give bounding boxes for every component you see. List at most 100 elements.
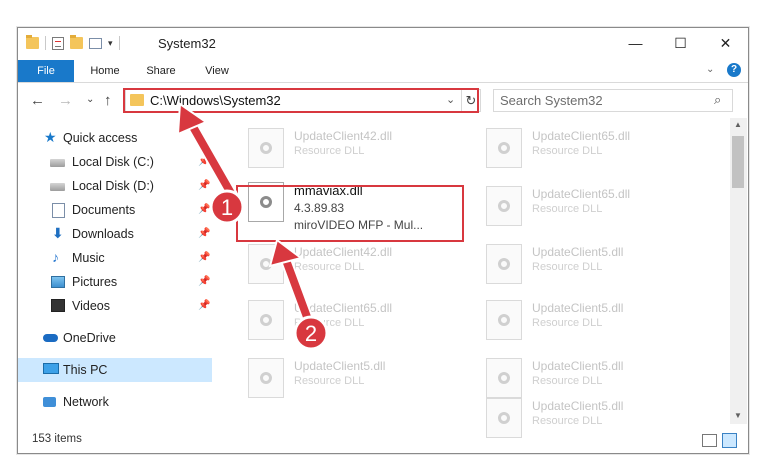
- sidebar-item-label: Documents: [72, 203, 136, 217]
- recent-locations-icon[interactable]: ⌄: [86, 94, 94, 105]
- tab-view[interactable]: View: [192, 60, 242, 82]
- tab-home[interactable]: Home: [80, 60, 130, 82]
- sidebar-item-network[interactable]: Network: [18, 390, 212, 414]
- pin-icon[interactable]: 📌: [198, 276, 210, 287]
- search-icon: ⌕: [714, 92, 722, 107]
- file-type: Resource DLL: [294, 261, 365, 273]
- window-title: System32: [158, 36, 216, 51]
- sidebar-item-label: OneDrive: [63, 331, 116, 345]
- disk-icon: [50, 159, 65, 167]
- qat-dropdown-icon[interactable]: ▾: [108, 38, 113, 49]
- file-name: UpdateClient5.dll: [532, 399, 624, 413]
- file-tile[interactable]: UpdateClient65.dll Resource DLL: [476, 124, 686, 174]
- file-tile[interactable]: UpdateClient65.dll Resource DLL: [476, 182, 686, 232]
- sidebar-item-onedrive[interactable]: OneDrive: [18, 326, 212, 350]
- file-type: Resource DLL: [532, 375, 603, 387]
- pin-icon[interactable]: 📌: [198, 300, 210, 311]
- pin-icon[interactable]: 📌: [198, 156, 210, 167]
- file-type: Resource DLL: [532, 415, 603, 427]
- tab-file[interactable]: File: [18, 60, 74, 82]
- sidebar-item-label: Pictures: [72, 275, 118, 289]
- scroll-up-icon[interactable]: ▲: [734, 120, 742, 129]
- sidebar-item-quick-access[interactable]: ★ Quick access: [18, 126, 212, 150]
- pictures-icon: [51, 276, 65, 288]
- sidebar-item-local-disk-d[interactable]: Local Disk (D:) 📌: [18, 174, 212, 198]
- properties-icon[interactable]: [52, 36, 64, 50]
- dll-file-icon: [248, 358, 284, 398]
- title-bar: ▾ System32 — ☐ ✕: [18, 28, 748, 60]
- sidebar-item-label: This PC: [63, 363, 108, 377]
- file-name: UpdateClient5.dll: [532, 245, 624, 259]
- forward-button[interactable]: →: [58, 92, 73, 109]
- expand-ribbon-icon[interactable]: ⌄: [706, 64, 714, 75]
- sidebar-item-label: Network: [63, 395, 109, 409]
- maximize-button[interactable]: ☐: [658, 28, 703, 58]
- search-input[interactable]: Search System32 ⌕: [493, 89, 733, 112]
- quick-access-toolbar: ▾: [26, 35, 120, 50]
- scroll-down-icon[interactable]: ▼: [734, 411, 742, 420]
- pin-icon[interactable]: 📌: [198, 228, 210, 239]
- sidebar-item-label: Music: [72, 251, 105, 265]
- file-tile[interactable]: UpdateClient42.dll Resource DLL: [238, 240, 448, 290]
- file-type: Resource DLL: [294, 145, 365, 157]
- help-icon[interactable]: ?: [727, 63, 741, 77]
- file-tile[interactable]: UpdateClient5.dll Resource DLL: [476, 240, 686, 290]
- dll-file-icon: [248, 128, 284, 168]
- file-type: Resource DLL: [532, 317, 603, 329]
- file-name: UpdateClient65.dll: [532, 129, 631, 143]
- sidebar-item-videos[interactable]: Videos 📌: [18, 294, 212, 318]
- customize-toolbar-icon[interactable]: [89, 37, 102, 49]
- close-button[interactable]: ✕: [703, 28, 748, 58]
- item-count: 153 items: [32, 433, 82, 445]
- dll-file-icon: [248, 244, 284, 284]
- sidebar-item-local-disk-c[interactable]: Local Disk (C:) 📌: [18, 150, 212, 174]
- dll-file-icon: [486, 244, 522, 284]
- file-name: UpdateClient42.dll: [294, 129, 393, 143]
- file-name: UpdateClient5.dll: [532, 359, 624, 373]
- scroll-thumb[interactable]: [732, 136, 744, 188]
- pin-icon[interactable]: 📌: [198, 180, 210, 191]
- videos-icon: [51, 299, 65, 312]
- sidebar-item-label: Videos: [72, 299, 110, 313]
- up-button[interactable]: ↑: [104, 92, 112, 109]
- search-placeholder: Search System32: [500, 93, 603, 108]
- pin-icon[interactable]: 📌: [198, 204, 210, 215]
- file-type: Resource DLL: [532, 261, 603, 273]
- file-highlight-box: [236, 185, 464, 242]
- onedrive-icon: [43, 334, 58, 342]
- star-icon: ★: [44, 129, 57, 145]
- back-button[interactable]: ←: [30, 92, 45, 109]
- large-icons-view-icon[interactable]: [722, 433, 737, 448]
- details-view-icon[interactable]: [702, 434, 717, 447]
- vertical-scrollbar[interactable]: ▲ ▼: [730, 118, 747, 424]
- pin-icon[interactable]: 📌: [198, 252, 210, 263]
- new-folder-icon[interactable]: [70, 35, 83, 49]
- sidebar-item-label: Downloads: [72, 227, 134, 241]
- documents-icon: [52, 203, 65, 218]
- dll-file-icon: [486, 128, 522, 168]
- sidebar-item-pictures[interactable]: Pictures 📌: [18, 270, 212, 294]
- ribbon-tabs: File Home Share View ⌄ ?: [18, 60, 748, 83]
- dll-file-icon: [248, 300, 284, 340]
- download-icon: ⬇: [52, 225, 64, 241]
- file-tile[interactable]: UpdateClient5.dll Resource DLL: [476, 296, 686, 346]
- tab-share[interactable]: Share: [136, 60, 186, 82]
- dll-file-icon: [486, 358, 522, 398]
- toolbar-divider: [45, 36, 46, 50]
- sidebar-item-music[interactable]: ♪ Music 📌: [18, 246, 212, 270]
- dll-file-icon: [486, 186, 522, 226]
- file-name: UpdateClient5.dll: [294, 359, 386, 373]
- file-tile[interactable]: UpdateClient5.dll Resource DLL: [238, 354, 448, 404]
- sidebar-item-this-pc[interactable]: This PC: [18, 358, 212, 382]
- file-type: Resource DLL: [532, 145, 603, 157]
- sidebar-item-label: Local Disk (C:): [72, 155, 154, 169]
- sidebar-item-documents[interactable]: Documents 📌: [18, 198, 212, 222]
- file-name: UpdateClient65.dll: [294, 301, 393, 315]
- file-tile[interactable]: UpdateClient42.dll Resource DLL: [238, 124, 448, 174]
- minimize-button[interactable]: —: [613, 28, 658, 58]
- status-bar: 153 items: [18, 428, 748, 452]
- file-name: UpdateClient65.dll: [532, 187, 631, 201]
- sidebar-item-downloads[interactable]: ⬇ Downloads 📌: [18, 222, 212, 246]
- file-tile[interactable]: UpdateClient65.dll Resource DLL: [238, 296, 448, 346]
- navigation-pane: ★ Quick access Local Disk (C:) 📌 Local D…: [18, 122, 212, 422]
